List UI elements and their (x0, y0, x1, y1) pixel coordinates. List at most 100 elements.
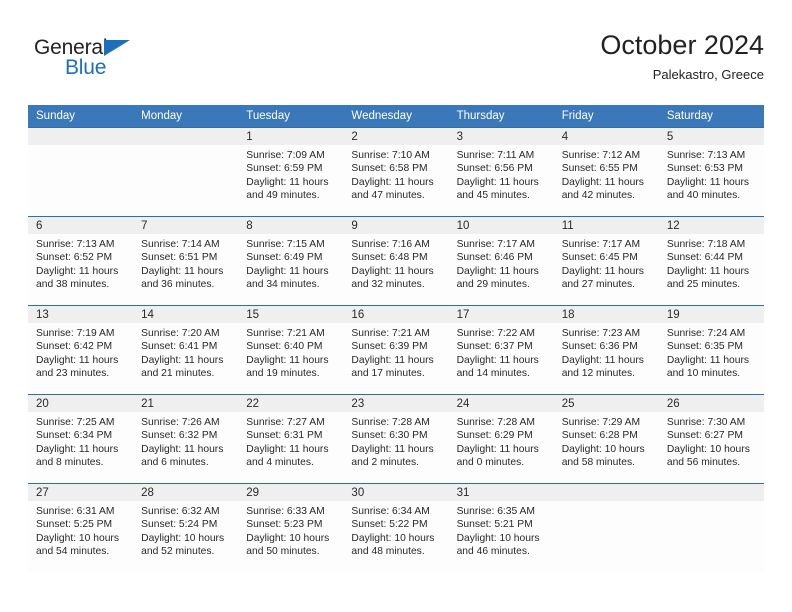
title-block: October 2024 Palekastro, Greece (600, 28, 764, 84)
day-cell[interactable]: 26 Sunrise: 7:30 AM Sunset: 6:27 PM Dayligh… (658, 394, 764, 484)
daylight-text-line1: Daylight: 11 hours (666, 176, 750, 188)
day-details: Sunrise: 7:21 AM Sunset: 6:40 PM Daylight:… (238, 323, 343, 381)
day-cell[interactable]: 12 Sunrise: 7:18 AM Sunset: 6:44 PM Dayligh… (658, 216, 764, 306)
day-details: Sunrise: 7:27 AM Sunset: 6:31 PM Daylight:… (238, 412, 343, 470)
page-subtitle: Palekastro, Greece (652, 67, 764, 82)
day-cell[interactable]: 28 Sunrise: 6:32 AM Sunset: 5:24 PM Dayligh… (133, 483, 239, 572)
day-details (28, 145, 133, 149)
daylight-text-line1: Daylight: 11 hours (141, 354, 224, 366)
day-cell[interactable]: 4 Sunrise: 7:12 AM Sunset: 6:55 PM Daylight… (553, 127, 659, 217)
sunrise-sunset-calendar: Sunday Monday Tuesday Wednesday Thursday… (28, 105, 764, 572)
daylight-text-line2: and 48 minutes. (351, 546, 425, 558)
daylight-text-line1: Daylight: 11 hours (561, 265, 644, 277)
day-cell[interactable] (553, 483, 659, 572)
sunrise-text: Sunrise: 6:31 AM (36, 506, 115, 517)
day-cell[interactable]: 14 Sunrise: 7:20 AM Sunset: 6:41 PM Dayligh… (133, 305, 239, 395)
daylight-text-line1: Daylight: 11 hours (36, 354, 119, 366)
daylight-text-line2: and 25 minutes. (666, 279, 741, 291)
day-details (659, 501, 764, 505)
sunset-text: Sunset: 6:52 PM (36, 252, 113, 264)
day-number: 14 (133, 306, 239, 323)
day-number: 5 (658, 128, 764, 145)
sunrise-text: Sunrise: 7:12 AM (561, 150, 641, 161)
day-cell[interactable]: 30 Sunrise: 6:34 AM Sunset: 5:22 PM Dayligh… (343, 483, 449, 572)
daylight-text-line1: Daylight: 11 hours (456, 443, 539, 455)
daylight-text-line1: Daylight: 11 hours (36, 443, 119, 455)
day-number: 22 (238, 395, 344, 412)
sunset-text: Sunset: 6:59 PM (246, 163, 323, 175)
sunset-text: Sunset: 6:31 PM (246, 430, 323, 442)
day-cell[interactable]: 8 Sunrise: 7:15 AM Sunset: 6:49 PM Daylight… (238, 216, 344, 306)
weekday-header-sunday: Sunday (28, 105, 134, 128)
day-details: Sunrise: 7:17 AM Sunset: 6:45 PM Daylight:… (554, 234, 659, 292)
sunrise-text: Sunrise: 7:29 AM (561, 417, 641, 428)
day-cell[interactable]: 21 Sunrise: 7:26 AM Sunset: 6:32 PM Dayligh… (133, 394, 239, 484)
sunset-text: Sunset: 5:22 PM (351, 519, 428, 531)
day-cell[interactable]: 2 Sunrise: 7:10 AM Sunset: 6:58 PM Daylight… (343, 127, 449, 217)
logo-text-blue: Blue (65, 56, 107, 79)
day-cell[interactable]: 31 Sunrise: 6:35 AM Sunset: 5:21 PM Dayligh… (448, 483, 554, 572)
day-cell[interactable]: 23 Sunrise: 7:28 AM Sunset: 6:30 PM Dayligh… (343, 394, 449, 484)
day-details: Sunrise: 7:09 AM Sunset: 6:59 PM Daylight:… (238, 145, 343, 203)
day-cell[interactable]: 27 Sunrise: 6:31 AM Sunset: 5:25 PM Dayligh… (28, 483, 134, 572)
day-cell[interactable]: 20 Sunrise: 7:25 AM Sunset: 6:34 PM Dayligh… (28, 394, 134, 484)
day-number: 29 (238, 484, 344, 501)
daylight-text-line1: Daylight: 11 hours (456, 176, 539, 188)
page-header: General Blue October 2024 Palekastro, Gr… (28, 28, 764, 100)
day-cell[interactable]: 25 Sunrise: 7:29 AM Sunset: 6:28 PM Dayligh… (553, 394, 659, 484)
general-blue-logo[interactable]: General Blue (34, 36, 214, 92)
day-number (553, 484, 659, 501)
day-number: 25 (553, 395, 659, 412)
day-cell[interactable]: 29 Sunrise: 6:33 AM Sunset: 5:23 PM Dayligh… (238, 483, 344, 572)
day-cell[interactable]: 16 Sunrise: 7:21 AM Sunset: 6:39 PM Dayligh… (343, 305, 449, 395)
day-details: Sunrise: 6:35 AM Sunset: 5:21 PM Daylight:… (449, 501, 554, 559)
day-cell[interactable]: 15 Sunrise: 7:21 AM Sunset: 6:40 PM Dayligh… (238, 305, 344, 395)
sunset-text: Sunset: 6:30 PM (351, 430, 428, 442)
calendar-week-row: 6 Sunrise: 7:13 AM Sunset: 6:52 PM Daylight… (28, 216, 764, 306)
day-details: Sunrise: 7:24 AM Sunset: 6:35 PM Daylight:… (659, 323, 764, 381)
day-cell[interactable]: 18 Sunrise: 7:23 AM Sunset: 6:36 PM Dayligh… (553, 305, 659, 395)
calendar-week-row: 13 Sunrise: 7:19 AM Sunset: 6:42 PM Dayligh… (28, 305, 764, 395)
day-cell[interactable]: 6 Sunrise: 7:13 AM Sunset: 6:52 PM Daylight… (28, 216, 134, 306)
day-cell[interactable]: 13 Sunrise: 7:19 AM Sunset: 6:42 PM Dayligh… (28, 305, 134, 395)
sunrise-text: Sunrise: 7:11 AM (456, 150, 535, 161)
daylight-text-line2: and 49 minutes. (246, 190, 320, 202)
day-cell[interactable]: 5 Sunrise: 7:13 AM Sunset: 6:53 PM Daylight… (658, 127, 764, 217)
day-cell[interactable] (133, 127, 239, 217)
day-cell[interactable]: 9 Sunrise: 7:16 AM Sunset: 6:48 PM Daylight… (343, 216, 449, 306)
day-cell[interactable] (658, 483, 764, 572)
daylight-text-line2: and 50 minutes. (246, 546, 320, 558)
day-cell[interactable]: 1 Sunrise: 7:09 AM Sunset: 6:59 PM Daylight… (238, 127, 344, 217)
daylight-text-line2: and 17 minutes. (351, 368, 425, 380)
day-number: 18 (553, 306, 659, 323)
day-number (133, 128, 239, 145)
daylight-text-line1: Daylight: 11 hours (351, 443, 434, 455)
daylight-text-line2: and 2 minutes. (351, 457, 419, 469)
day-cell[interactable]: 22 Sunrise: 7:27 AM Sunset: 6:31 PM Dayligh… (238, 394, 344, 484)
sunrise-text: Sunrise: 7:30 AM (666, 417, 746, 428)
day-cell[interactable]: 17 Sunrise: 7:22 AM Sunset: 6:37 PM Dayligh… (448, 305, 554, 395)
day-cell[interactable]: 19 Sunrise: 7:24 AM Sunset: 6:35 PM Dayligh… (658, 305, 764, 395)
daylight-text-line1: Daylight: 11 hours (246, 443, 329, 455)
day-cell[interactable] (28, 127, 134, 217)
sunrise-text: Sunrise: 7:22 AM (456, 328, 535, 339)
day-cell[interactable]: 7 Sunrise: 7:14 AM Sunset: 6:51 PM Daylight… (133, 216, 239, 306)
daylight-text-line2: and 34 minutes. (246, 279, 320, 291)
sunrise-text: Sunrise: 7:21 AM (246, 328, 325, 339)
sunrise-text: Sunrise: 7:28 AM (351, 417, 430, 428)
sunset-text: Sunset: 6:46 PM (456, 252, 533, 264)
day-number (658, 484, 764, 501)
day-details: Sunrise: 7:25 AM Sunset: 6:34 PM Daylight:… (28, 412, 133, 470)
day-number: 15 (238, 306, 344, 323)
sunset-text: Sunset: 6:41 PM (141, 341, 218, 353)
day-cell[interactable]: 10 Sunrise: 7:17 AM Sunset: 6:46 PM Dayligh… (448, 216, 554, 306)
day-details: Sunrise: 7:28 AM Sunset: 6:29 PM Daylight:… (449, 412, 554, 470)
day-cell[interactable]: 3 Sunrise: 7:11 AM Sunset: 6:56 PM Daylight… (448, 127, 554, 217)
sunset-text: Sunset: 6:55 PM (561, 163, 638, 175)
weekday-header-monday: Monday (133, 105, 239, 128)
day-cell[interactable]: 24 Sunrise: 7:28 AM Sunset: 6:29 PM Dayligh… (448, 394, 554, 484)
sunrise-text: Sunrise: 7:28 AM (456, 417, 535, 428)
calendar-week-row: 1 Sunrise: 7:09 AM Sunset: 6:59 PM Daylight… (28, 127, 764, 217)
day-details: Sunrise: 7:16 AM Sunset: 6:48 PM Daylight:… (343, 234, 448, 292)
day-cell[interactable]: 11 Sunrise: 7:17 AM Sunset: 6:45 PM Dayligh… (553, 216, 659, 306)
